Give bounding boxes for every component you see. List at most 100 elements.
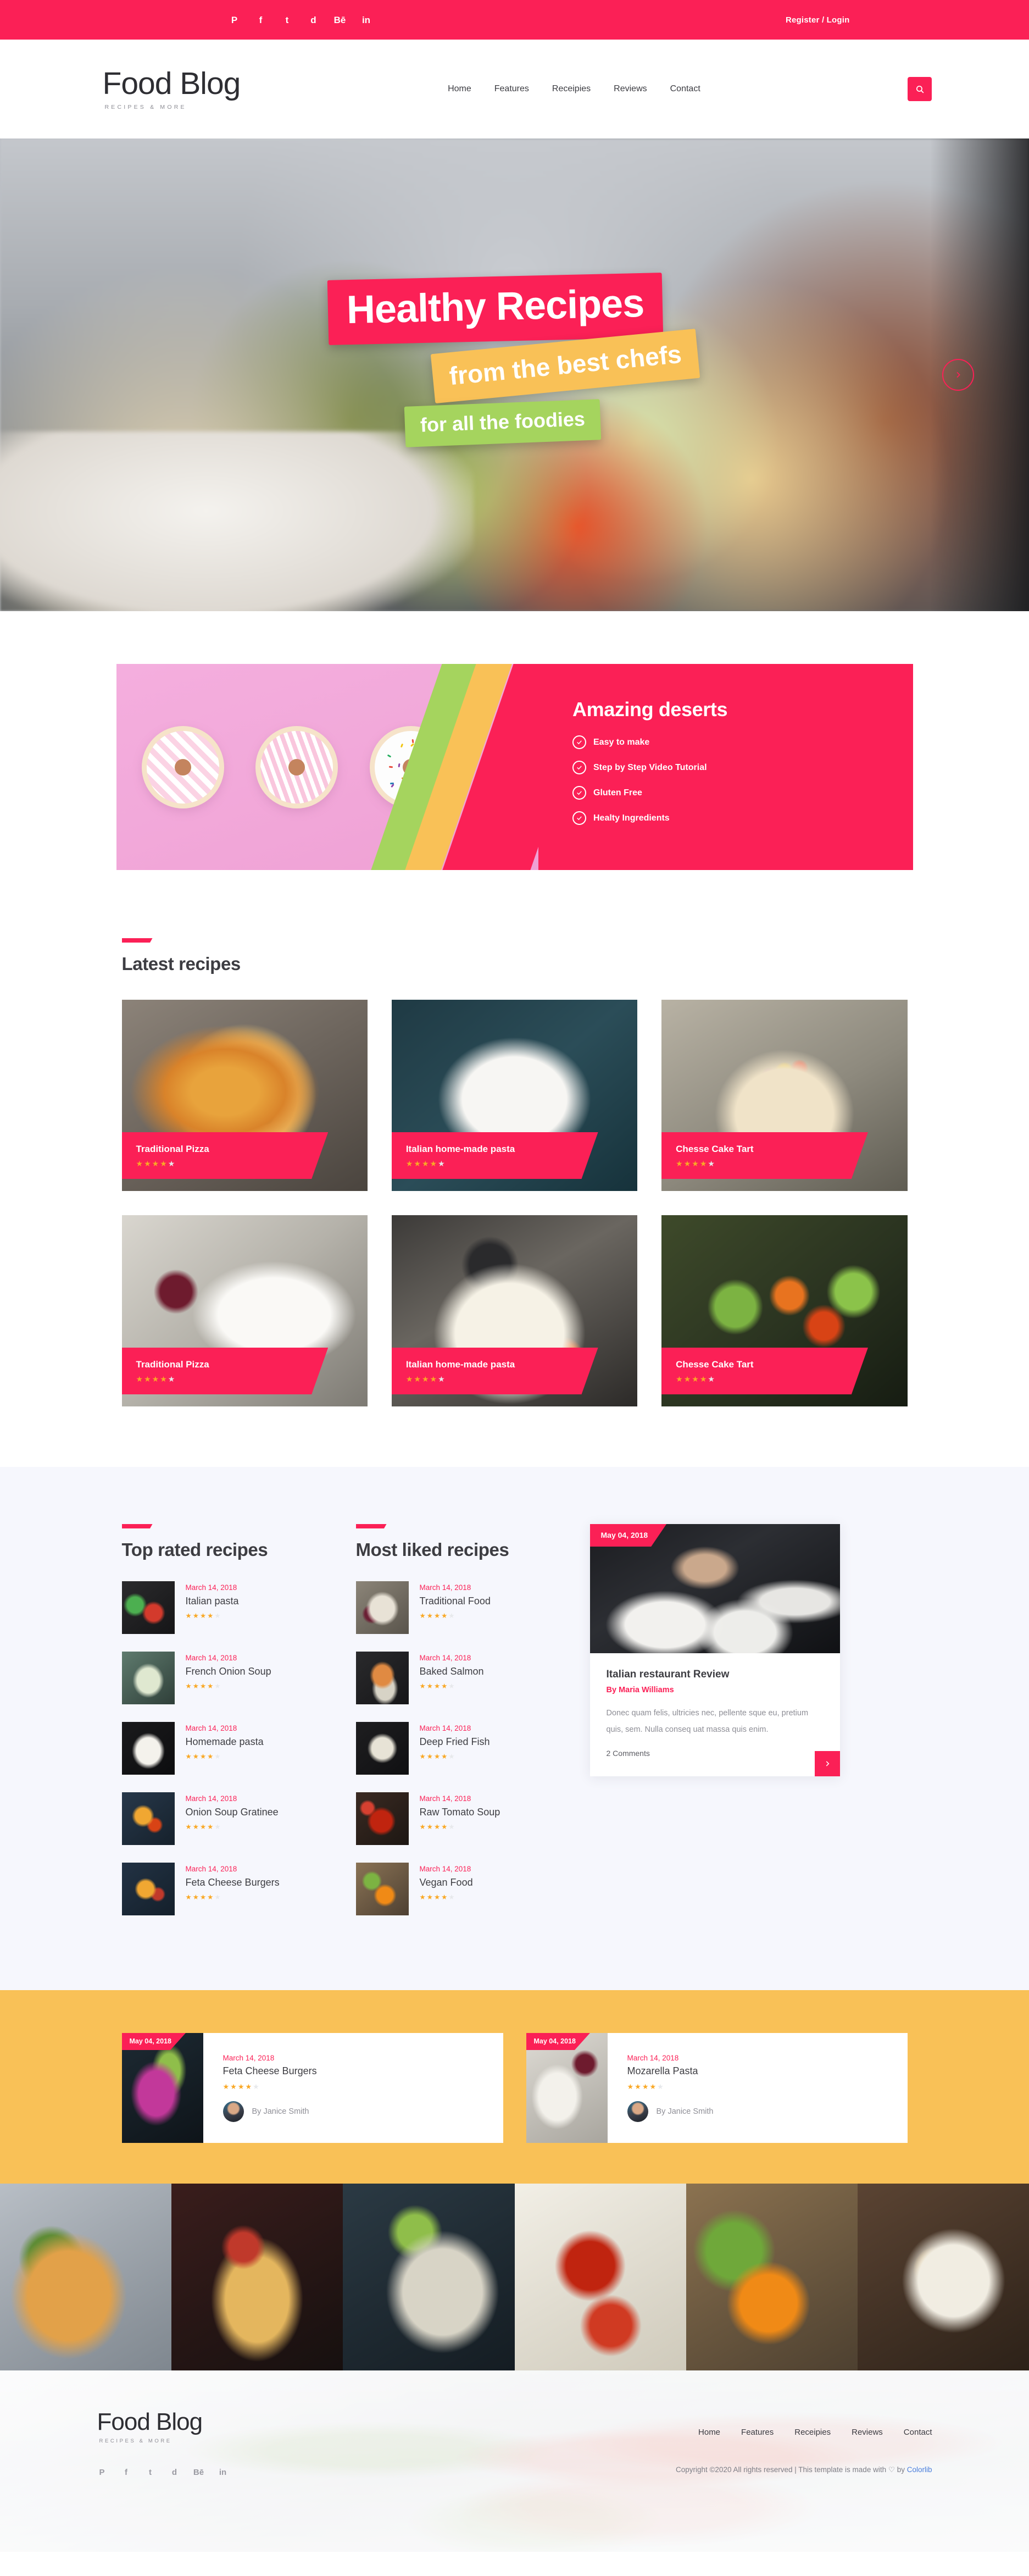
nav-item-features[interactable]: Features xyxy=(494,84,529,94)
promo-feature-item: Step by Step Video Tutorial xyxy=(572,761,913,774)
featured-card[interactable]: May 04, 2018 March 14, 2018 Mozarella Past… xyxy=(526,2033,908,2143)
star-icon: ★ xyxy=(700,1375,707,1383)
search-button[interactable] xyxy=(908,77,932,101)
copyright-text: Copyright ©2020 All rights reserved | Th… xyxy=(676,2466,932,2474)
star-icon: ★ xyxy=(438,1160,445,1167)
gallery-item-tomato-soup[interactable] xyxy=(515,2184,686,2370)
hero-banner: Healthy Recipes from the best chefs for … xyxy=(0,139,1029,611)
star-rating: ★ ★ ★ ★ ★ xyxy=(406,1160,598,1167)
footer-logo[interactable]: Food Blog RECIPES & MORE Pf t d Bē in xyxy=(97,2410,228,2477)
site-logo[interactable]: Food Blog RECIPES & MORE xyxy=(97,68,241,110)
chevron-right-icon xyxy=(954,370,963,379)
dribbble-icon[interactable]: d xyxy=(308,14,319,25)
star-icon: ★ xyxy=(708,1160,715,1167)
recipe-card[interactable]: Italian home-made pasta ★ ★ ★ ★ ★ xyxy=(392,1000,637,1191)
gallery-item-salad[interactable] xyxy=(858,2184,1029,2370)
recipe-card[interactable]: Chesse Cake Tart ★ ★ ★ ★ ★ xyxy=(661,1000,907,1191)
recipe-label: Chesse Cake Tart ★ ★ ★ ★ ★ xyxy=(661,1348,868,1394)
star-icon: ★ xyxy=(676,1375,683,1383)
most-liked-item[interactable]: March 14, 2018 Baked Salmon ★ ★ ★ ★ ★ xyxy=(356,1652,565,1704)
donut-icon xyxy=(142,726,224,808)
most-liked-item[interactable]: March 14, 2018 Deep Fried Fish ★ ★ ★ ★ ★ xyxy=(356,1722,565,1775)
nav-item-receipies[interactable]: Receipies xyxy=(552,84,591,94)
recipe-title: Traditional Food xyxy=(420,1596,491,1607)
recipe-date: March 14, 2018 xyxy=(420,1654,484,1662)
star-icon: ★ xyxy=(420,1824,426,1831)
star-icon: ★ xyxy=(193,1753,199,1760)
most-liked-item[interactable]: March 14, 2018 Traditional Food ★ ★ ★ ★ ★ xyxy=(356,1581,565,1634)
nav-item-contact[interactable]: Contact xyxy=(670,84,700,94)
star-rating: ★ ★ ★ ★ ★ xyxy=(136,1375,329,1383)
recipe-card[interactable]: Italian home-made pasta ★ ★ ★ ★ ★ xyxy=(392,1215,637,1406)
star-icon: ★ xyxy=(427,1824,433,1831)
star-rating: ★ ★ ★ ★ ★ xyxy=(186,1683,271,1690)
featured-image: May 04, 2018 xyxy=(122,2033,203,2143)
footer-nav-item-receipies[interactable]: Receipies xyxy=(794,2428,831,2437)
star-icon: ★ xyxy=(434,1683,440,1690)
linkedin-icon[interactable]: in xyxy=(218,2467,228,2477)
gallery-item-pizza[interactable] xyxy=(0,2184,171,2370)
facebook-icon[interactable]: f xyxy=(255,14,266,25)
behance-icon[interactable]: Bē xyxy=(335,14,346,25)
star-icon: ★ xyxy=(635,2083,641,2090)
top-rated-item[interactable]: March 14, 2018 Feta Cheese Burgers ★ ★ ★ ★ ★ xyxy=(122,1863,331,1915)
footer-nav-item-contact[interactable]: Contact xyxy=(904,2428,932,2437)
nav-item-reviews[interactable]: Reviews xyxy=(614,84,647,94)
featured-title: Feta Cheese Burgers xyxy=(223,2065,317,2077)
star-icon: ★ xyxy=(253,2083,259,2090)
recipe-date: March 14, 2018 xyxy=(186,1724,264,1732)
star-icon: ★ xyxy=(186,1683,192,1690)
heart-icon: ♡ xyxy=(888,2466,895,2474)
recipe-card[interactable]: Traditional Pizza ★ ★ ★ ★ ★ xyxy=(122,1215,368,1406)
review-next-button[interactable] xyxy=(815,1751,840,1776)
pinterest-icon[interactable]: P xyxy=(229,14,240,25)
gallery-item-grill[interactable] xyxy=(171,2184,343,2370)
register-login-link[interactable]: Register / Login xyxy=(786,15,905,25)
star-icon: ★ xyxy=(427,1613,433,1620)
star-icon: ★ xyxy=(422,1160,429,1167)
recipe-card[interactable]: Chesse Cake Tart ★ ★ ★ ★ ★ xyxy=(661,1215,907,1406)
dribbble-icon[interactable]: d xyxy=(170,2467,180,2477)
pinterest-icon[interactable]: P xyxy=(97,2467,107,2477)
star-icon: ★ xyxy=(200,1613,206,1620)
top-rated-item[interactable]: March 14, 2018 Onion Soup Gratinee ★ ★ ★ ★ ★ xyxy=(122,1792,331,1845)
footer-nav-item-features[interactable]: Features xyxy=(741,2428,774,2437)
colorlib-link[interactable]: Colorlib xyxy=(907,2466,932,2474)
recipe-date: March 14, 2018 xyxy=(186,1583,239,1592)
recipe-title: Baked Salmon xyxy=(420,1666,484,1677)
star-icon: ★ xyxy=(186,1824,192,1831)
featured-card[interactable]: May 04, 2018 March 14, 2018 Feta Cheese Bu… xyxy=(122,2033,503,2143)
instagram-gallery xyxy=(0,2184,1029,2370)
linkedin-icon[interactable]: in xyxy=(361,14,372,25)
star-icon: ★ xyxy=(186,1753,192,1760)
recipe-label: Chesse Cake Tart ★ ★ ★ ★ ★ xyxy=(661,1132,868,1179)
behance-icon[interactable]: Bē xyxy=(194,2467,204,2477)
most-liked-list: March 14, 2018 Traditional Food ★ ★ ★ ★ ★ March… xyxy=(356,1581,565,1915)
facebook-icon[interactable]: f xyxy=(121,2467,131,2477)
review-author: By Maria Williams xyxy=(607,1686,824,1694)
promo-feature-label: Easy to make xyxy=(593,738,649,747)
footer-nav-item-reviews[interactable]: Reviews xyxy=(852,2428,883,2437)
recipe-label: Traditional Pizza ★ ★ ★ ★ ★ xyxy=(122,1348,329,1394)
star-icon: ★ xyxy=(700,1160,707,1167)
top-rated-item[interactable]: March 14, 2018 Italian pasta ★ ★ ★ ★ ★ xyxy=(122,1581,331,1634)
twitter-icon[interactable]: t xyxy=(282,14,293,25)
recipe-title: Deep Fried Fish xyxy=(420,1736,490,1748)
star-rating: ★ ★ ★ ★ ★ xyxy=(676,1375,868,1383)
hero-next-slide-button[interactable] xyxy=(942,359,974,391)
nav-item-home[interactable]: Home xyxy=(448,84,471,94)
gallery-item-mussels[interactable] xyxy=(343,2184,514,2370)
gallery-item-oranges[interactable] xyxy=(686,2184,858,2370)
review-card[interactable]: May 04, 2018 Italian restaurant Review B… xyxy=(590,1524,840,1776)
most-liked-item[interactable]: March 14, 2018 Vegan Food ★ ★ ★ ★ ★ xyxy=(356,1863,565,1915)
star-icon: ★ xyxy=(160,1160,167,1167)
heading-accent-bar xyxy=(122,1524,153,1528)
deserts-promo-section: Amazing deserts Easy to make Step by Step… xyxy=(0,611,1029,916)
recipe-name: Chesse Cake Tart xyxy=(676,1359,868,1370)
twitter-icon[interactable]: t xyxy=(146,2467,155,2477)
footer-nav-item-home[interactable]: Home xyxy=(698,2428,720,2437)
top-rated-item[interactable]: March 14, 2018 French Onion Soup ★ ★ ★ ★ ★ xyxy=(122,1652,331,1704)
recipe-card[interactable]: Traditional Pizza ★ ★ ★ ★ ★ xyxy=(122,1000,368,1191)
most-liked-item[interactable]: March 14, 2018 Raw Tomato Soup ★ ★ ★ ★ ★ xyxy=(356,1792,565,1845)
top-rated-item[interactable]: March 14, 2018 Homemade pasta ★ ★ ★ ★ ★ xyxy=(122,1722,331,1775)
